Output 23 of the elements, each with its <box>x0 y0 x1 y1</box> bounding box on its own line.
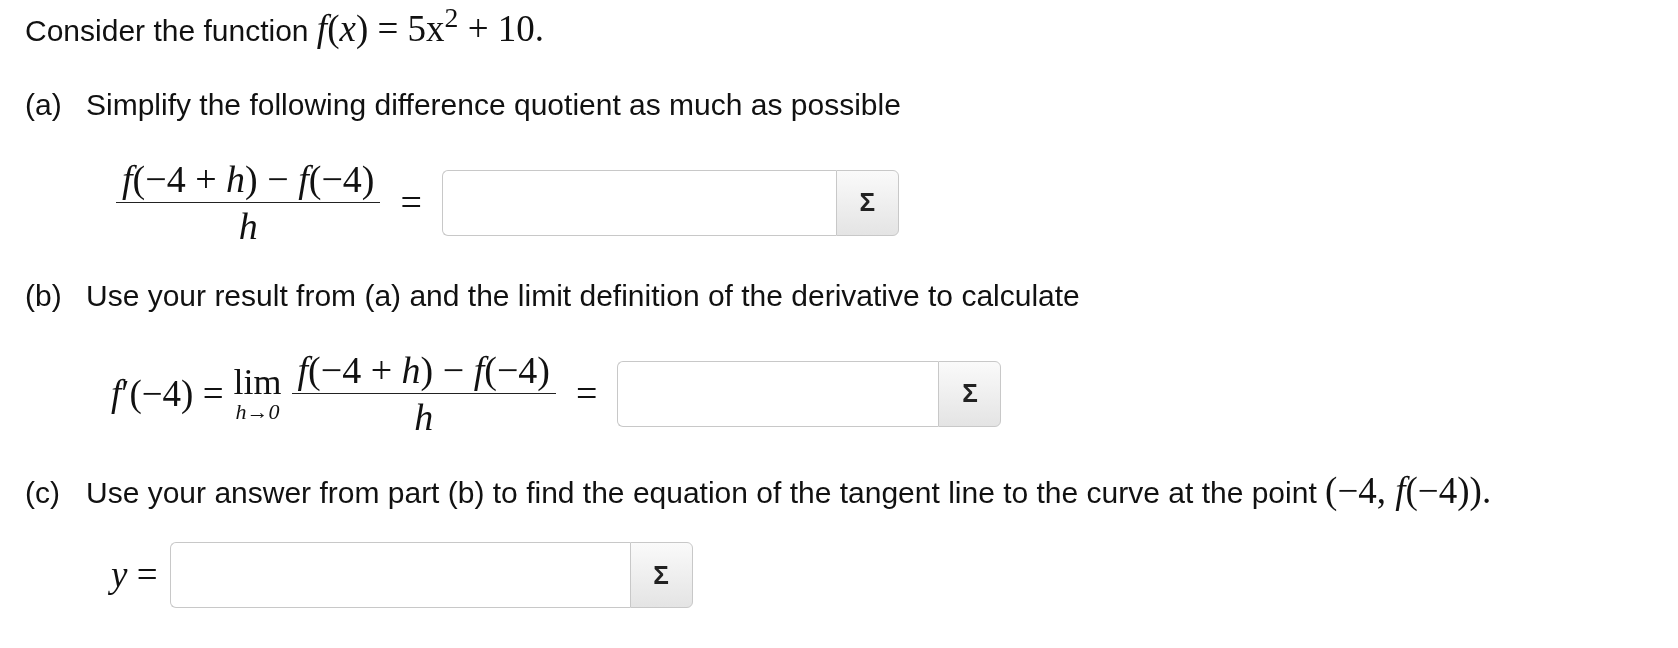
sigma-button[interactable]: Σ <box>835 169 899 236</box>
equals-sign: = <box>400 180 422 225</box>
intro-text: Consider the function <box>25 14 309 47</box>
answer-field[interactable] <box>617 360 939 427</box>
question-text: Simplify the following difference quotient as much as possible <box>86 88 901 121</box>
numerator: f(−4 + h) − f(−4) <box>116 158 381 203</box>
part-label: (c) <box>25 475 61 511</box>
part-label: (a) <box>25 87 63 123</box>
limit-expression: lim h→0 <box>233 363 282 424</box>
denominator: h <box>414 395 434 438</box>
answer-field[interactable] <box>441 169 836 236</box>
denominator: h <box>238 204 258 247</box>
function-formula: f(x) = 5x$^{2}$ + 10. <box>316 8 545 49</box>
question-text: Use your result from (a) and the limit definition of the derivative to calculate <box>86 279 1080 312</box>
sigma-button[interactable]: Σ <box>938 360 1002 427</box>
equation-prefix: f′(−4) = <box>111 371 224 416</box>
point-formula: (−4, f(−4)). <box>1325 470 1492 511</box>
question-text: Use your answer from part (b) to find the equation of the tangent line to the curve at the point <box>86 476 1317 509</box>
sigma-button[interactable]: Σ <box>629 542 693 608</box>
equals-sign: = <box>576 371 598 416</box>
numerator: f(−4 + h) − f(−4) <box>291 349 556 394</box>
answer-field[interactable] <box>169 542 630 608</box>
part-label: (b) <box>25 278 63 314</box>
